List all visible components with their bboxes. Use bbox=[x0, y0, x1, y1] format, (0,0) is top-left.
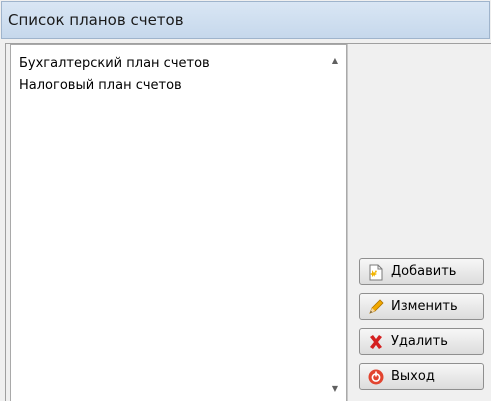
power-exit-icon bbox=[367, 368, 385, 386]
edit-button[interactable]: Изменить bbox=[359, 293, 484, 320]
add-document-icon bbox=[367, 263, 385, 281]
edit-button-label: Изменить bbox=[391, 299, 458, 314]
scroll-up-arrow-icon[interactable]: ▲ bbox=[324, 51, 346, 69]
delete-button-label: Удалить bbox=[391, 334, 448, 349]
red-x-icon bbox=[367, 333, 385, 351]
delete-button[interactable]: Удалить bbox=[359, 328, 484, 355]
scroll-down-arrow-icon[interactable]: ▼ bbox=[324, 379, 346, 397]
accounts-plan-window: Список планов счетов Бухгалтерский план … bbox=[0, 0, 491, 401]
window-title: Список планов счетов bbox=[8, 11, 184, 29]
exit-button[interactable]: Выход bbox=[359, 363, 484, 390]
accounts-plan-list[interactable]: Бухгалтерский план счетов Налоговый план… bbox=[10, 44, 347, 401]
list-item[interactable]: Налоговый план счетов bbox=[19, 78, 182, 93]
pencil-icon bbox=[367, 298, 385, 316]
title-bar: Список планов счетов bbox=[1, 1, 490, 39]
add-button[interactable]: Добавить bbox=[359, 258, 484, 285]
add-button-label: Добавить bbox=[391, 264, 457, 279]
vertical-scrollbar[interactable]: ▲ ▼ bbox=[324, 45, 346, 401]
panel-divider bbox=[347, 44, 348, 401]
exit-button-label: Выход bbox=[391, 369, 435, 384]
list-item[interactable]: Бухгалтерский план счетов bbox=[19, 56, 210, 71]
